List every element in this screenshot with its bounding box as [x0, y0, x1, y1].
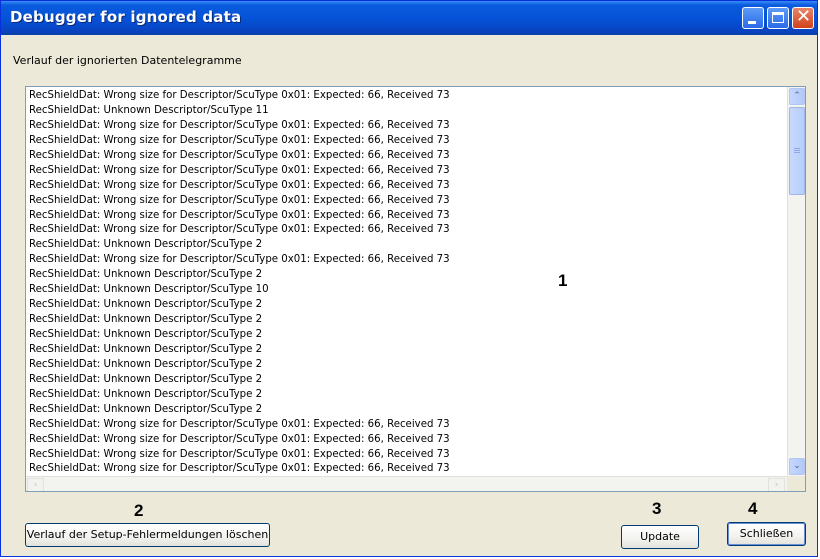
log-line: RecShieldDat: Wrong size for Descriptor/… [29, 149, 450, 161]
callout-close: 4 [748, 499, 758, 518]
log-line: RecShieldDat: Unknown Descriptor/ScuType… [29, 329, 263, 340]
callout-clear: 2 [134, 501, 144, 520]
log-line: RecShieldDat: Unknown Descriptor/ScuType… [29, 284, 269, 296]
log-line: RecShieldDat: Unknown Descriptor/ScuType… [29, 388, 263, 400]
window-title: Debugger for ignored data [10, 8, 242, 26]
callout-log: 1 [558, 271, 568, 290]
title-bar[interactable]: Debugger for ignored data ✕ [1, 1, 817, 35]
scroll-right-button[interactable]: › [768, 478, 785, 491]
clear-history-button[interactable]: Verlauf der Setup-Fehlermeldungen lösche… [25, 523, 270, 547]
ignored-data-log[interactable]: RecShieldDat: Wrong size for Descriptor/… [25, 86, 806, 492]
log-line: RecShieldDat: Wrong size for Descriptor/… [29, 90, 450, 101]
maximize-button[interactable] [767, 7, 789, 29]
log-line: RecShieldDat: Unknown Descriptor/ScuType… [29, 104, 269, 116]
log-line: RecShieldDat: Unknown Descriptor/ScuType… [29, 299, 263, 311]
log-line: RecShieldDat: Unknown Descriptor/ScuType… [29, 373, 263, 385]
close-window-button[interactable]: ✕ [792, 6, 814, 29]
log-line: RecShieldDat: Wrong size for Descriptor/… [29, 418, 450, 430]
close-button[interactable]: Schließen [727, 522, 806, 546]
log-line: RecShieldDat: Wrong size for Descriptor/… [29, 433, 450, 445]
log-line: RecShieldDat: Wrong size for Descriptor/… [29, 134, 450, 146]
scroll-up-button[interactable]: ⌃ [789, 88, 805, 105]
section-label: Verlauf der ignorierten Datentelegramme [13, 54, 242, 67]
log-line: RecShieldDat: Unknown Descriptor/ScuType… [29, 403, 263, 415]
minimize-button[interactable] [742, 7, 764, 29]
log-line: RecShieldDat: Wrong size for Descriptor/… [29, 209, 450, 221]
log-line: RecShieldDat: Wrong size for Descriptor/… [29, 179, 450, 191]
vertical-scrollbar[interactable]: ⌃ ⌄ [787, 87, 805, 476]
scroll-thumb[interactable] [789, 107, 805, 195]
log-line: RecShieldDat: Wrong size for Descriptor/… [29, 448, 450, 460]
log-line: RecShieldDat: Unknown Descriptor/ScuType… [29, 343, 263, 355]
callout-update: 3 [652, 499, 662, 518]
maximize-icon [772, 12, 784, 23]
close-icon: ✕ [796, 6, 812, 27]
minimize-icon [748, 21, 756, 24]
log-line: RecShieldDat: Unknown Descriptor/ScuType… [29, 358, 263, 370]
log-line: RecShieldDat: Unknown Descriptor/ScuType… [29, 314, 263, 326]
log-line: RecShieldDat: Wrong size for Descriptor/… [29, 164, 450, 176]
log-line: RecShieldDat: Wrong size for Descriptor/… [29, 194, 450, 206]
scroll-down-button[interactable]: ⌄ [789, 458, 805, 475]
debugger-window: Debugger for ignored data ✕ Verlauf der … [0, 0, 818, 557]
update-button[interactable]: Update [621, 525, 699, 549]
grip-icon [794, 148, 800, 149]
log-lines: RecShieldDat: Wrong size for Descriptor/… [29, 89, 784, 477]
log-line: RecShieldDat: Wrong size for Descriptor/… [29, 254, 450, 266]
scroll-corner [787, 476, 805, 491]
horizontal-scrollbar[interactable]: ‹ › [26, 476, 787, 491]
scroll-left-button[interactable]: ‹ [27, 478, 44, 491]
log-line: RecShieldDat: Wrong size for Descriptor/… [29, 224, 450, 236]
log-line: RecShieldDat: Unknown Descriptor/ScuType… [29, 269, 263, 281]
log-line: RecShieldDat: Wrong size for Descriptor/… [29, 119, 450, 131]
log-line: RecShieldDat: Unknown Descriptor/ScuType… [29, 239, 263, 251]
